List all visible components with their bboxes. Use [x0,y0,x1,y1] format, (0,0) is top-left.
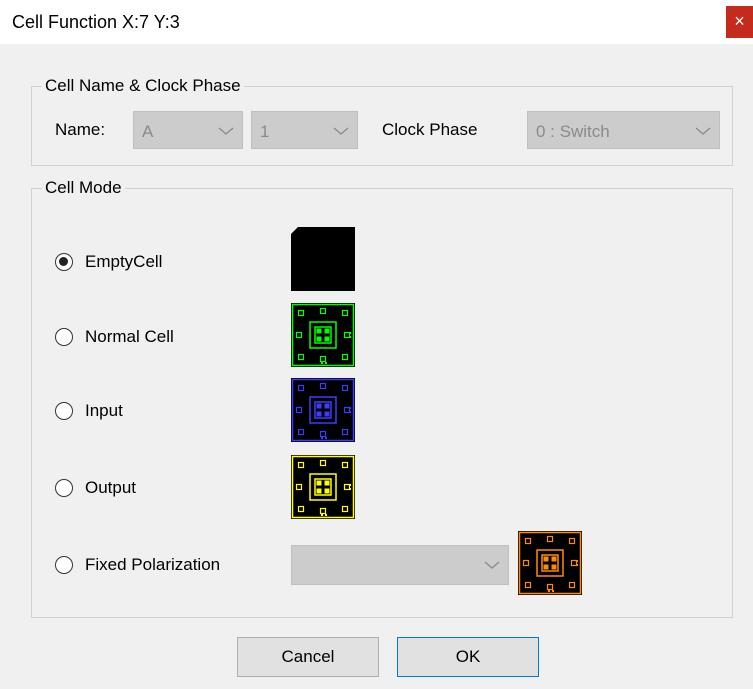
output-cell-icon [291,455,355,519]
radio-button[interactable] [55,253,73,271]
radio-button[interactable] [55,402,73,420]
radio-label: EmptyCell [85,252,163,271]
fixed-polarization-dropdown[interactable] [291,545,509,585]
name-letter-dropdown[interactable]: A [133,111,243,149]
normal-cell-preview [291,303,355,367]
window-title: Cell Function X:7 Y:3 [12,12,180,32]
radio-input[interactable]: Input [55,401,123,421]
chevron-down-icon [218,127,234,135]
fixed-cell-icon [518,531,582,595]
radio-normal-cell[interactable]: Normal Cell [55,327,174,347]
chevron-down-icon [333,127,349,135]
title-bar: Cell Function X:7 Y:3 × [0,0,753,44]
clock-phase-dropdown[interactable]: 0 : Switch [527,111,720,149]
radio-label: Normal Cell [85,327,174,346]
name-letter-value: A [142,122,154,141]
radio-label: Input [85,401,123,420]
chevron-down-icon [484,561,500,569]
fixed-cell-preview [518,531,582,595]
cell-mode-legend: Cell Mode [45,178,122,197]
input-cell-icon [291,378,355,442]
cell-name-clock-legend: Cell Name & Clock Phase [45,76,241,95]
radio-button[interactable] [55,556,73,574]
output-cell-preview [291,455,355,519]
name-label: Name: [55,120,106,139]
radio-output[interactable]: Output [55,478,136,498]
name-number-dropdown[interactable]: 1 [251,111,358,149]
ok-button[interactable]: OK [397,637,539,677]
radio-label: Output [85,478,137,497]
radio-label: Fixed Polarization [85,555,221,574]
empty-cell-preview [291,227,355,291]
radio-button[interactable] [55,328,73,346]
close-button[interactable]: × [726,6,753,38]
empty-cell-icon [291,227,355,291]
clock-phase-label: Clock Phase [382,120,478,139]
normal-cell-icon [291,303,355,367]
radio-fixed-polarization[interactable]: Fixed Polarization [55,555,220,575]
chevron-down-icon [695,127,711,135]
clock-phase-value: 0 : Switch [536,122,610,141]
input-cell-preview [291,378,355,442]
radio-button[interactable] [55,479,73,497]
name-number-value: 1 [260,122,270,141]
radio-empty-cell[interactable]: EmptyCell [55,252,162,272]
cancel-button[interactable]: Cancel [237,637,379,677]
close-icon: × [734,11,745,31]
